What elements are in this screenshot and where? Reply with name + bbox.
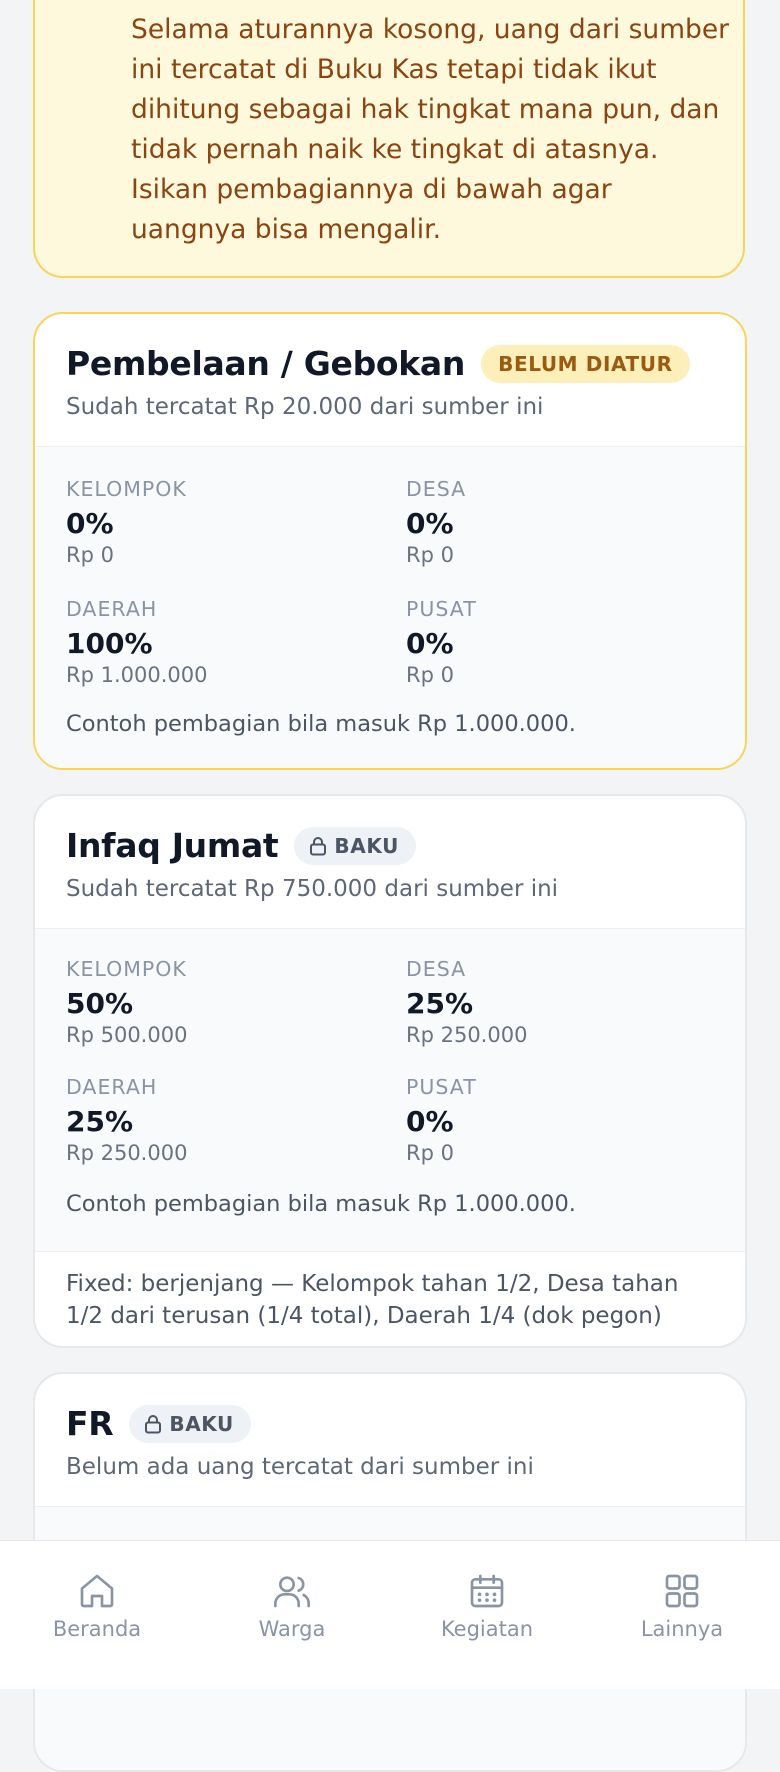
unset-rule-notice: Selama aturannya kosong, uang dari sumbe…	[33, 0, 745, 278]
allocation-desa: DESA 25% Rp 250.000	[406, 957, 527, 1047]
nav-lainnya[interactable]: Lainnya	[592, 1571, 772, 1641]
card-subtitle: Sudah tercatat Rp 750.000 dari sumber in…	[66, 876, 559, 902]
allocation-label: KELOMPOK	[66, 957, 187, 981]
allocation-desa: DESA 0% Rp 0	[406, 477, 466, 567]
allocation-amount: Rp 1.000.000	[66, 663, 208, 687]
home-icon	[80, 1574, 114, 1608]
nav-warga[interactable]: Warga	[202, 1571, 382, 1641]
card-footer: Fixed: berjenjang — Kelompok tahan 1/2, …	[35, 1251, 745, 1346]
example-note: Contoh pembagian bila masuk Rp 1.000.000…	[66, 711, 576, 737]
status-badge: BAKU	[294, 826, 416, 865]
nav-label: Lainnya	[640, 1617, 724, 1641]
allocation-percent: 25%	[66, 1105, 134, 1138]
status-badge: BELUM DIATUR	[481, 344, 690, 383]
lock-icon	[145, 1414, 162, 1433]
allocation-kelompok: KELOMPOK 50% Rp 500.000	[66, 957, 187, 1047]
allocation-label: DAERAH	[66, 1075, 158, 1099]
card-header: Infaq Jumat BAKU Sudah tercatat Rp 750.0…	[35, 796, 745, 929]
allocation-amount: Rp 250.000	[406, 1023, 528, 1047]
users-icon	[274, 1576, 310, 1608]
nav-label: Beranda	[52, 1617, 142, 1641]
badge-label: BAKU	[334, 833, 399, 858]
allocation-grid: KELOMPOK 0% Rp 0 DESA 0% Rp 0 DAERAH 100…	[35, 447, 745, 768]
example-note: Contoh pembagian bila masuk Rp 1.000.000…	[66, 1191, 576, 1217]
allocation-amount: Rp 500.000	[66, 1023, 188, 1047]
allocation-label: KELOMPOK	[66, 477, 187, 501]
allocation-percent: 100%	[66, 627, 153, 660]
nav-beranda[interactable]: Beranda	[7, 1571, 187, 1641]
allocation-label: PUSAT	[406, 1075, 477, 1099]
allocation-amount: Rp 0	[66, 543, 114, 567]
allocation-percent: 0%	[406, 627, 454, 660]
allocation-label: DAERAH	[66, 597, 158, 621]
rule-description: Fixed: berjenjang — Kelompok tahan 1/2, …	[66, 1271, 679, 1329]
allocation-amount: Rp 0	[406, 543, 454, 567]
allocation-label: DESA	[406, 957, 467, 981]
allocation-daerah: DAERAH 25% Rp 250.000	[66, 1075, 187, 1165]
notice-text: Selama aturannya kosong, uang dari sumbe…	[131, 14, 730, 245]
card-title: Infaq Jumat	[66, 826, 279, 865]
grid-icon	[665, 1574, 699, 1608]
lock-icon	[310, 836, 327, 855]
nav-label: Kegiatan	[440, 1617, 534, 1641]
allocation-amount: Rp 0	[406, 663, 454, 687]
status-badge: BAKU	[129, 1404, 251, 1443]
calendar-icon	[470, 1574, 504, 1608]
card-title: Pembelaan / Gebokan	[66, 344, 466, 383]
card-subtitle: Belum ada uang tercatat dari sumber ini	[66, 1454, 534, 1480]
allocation-amount: Rp 250.000	[66, 1141, 188, 1165]
allocation-percent: 25%	[406, 987, 474, 1020]
allocation-percent: 0%	[406, 1105, 454, 1138]
allocation-daerah: DAERAH 100% Rp 1.000.000	[66, 597, 207, 687]
card-subtitle: Sudah tercatat Rp 20.000 dari sumber ini	[66, 394, 544, 420]
bottom-navigation: Beranda Warga Kegiatan Lainnya	[0, 1540, 780, 1689]
allocation-pusat: PUSAT 0% Rp 0	[406, 1075, 477, 1165]
source-card-infaq-jumat[interactable]: Infaq Jumat BAKU Sudah tercatat Rp 750.0…	[33, 794, 747, 1348]
card-header: FR BAKU Belum ada uang tercatat dari sum…	[35, 1374, 745, 1507]
allocation-percent: 50%	[66, 987, 134, 1020]
allocation-amount: Rp 0	[406, 1141, 454, 1165]
allocation-label: PUSAT	[406, 597, 477, 621]
nav-label: Warga	[258, 1617, 326, 1641]
nav-kegiatan[interactable]: Kegiatan	[397, 1571, 577, 1641]
source-card-pembelaan[interactable]: Pembelaan / Gebokan BELUM DIATUR Sudah t…	[33, 312, 747, 770]
allocation-percent: 0%	[66, 507, 114, 540]
card-header: Pembelaan / Gebokan BELUM DIATUR Sudah t…	[35, 314, 745, 447]
allocation-grid: KELOMPOK 50% Rp 500.000 DESA 25% Rp 250.…	[35, 929, 745, 1251]
allocation-percent: 0%	[406, 507, 454, 540]
allocation-label: DESA	[406, 477, 467, 501]
badge-label: BAKU	[169, 1411, 234, 1436]
allocation-pusat: PUSAT 0% Rp 0	[406, 597, 477, 687]
allocation-kelompok: KELOMPOK 0% Rp 0	[66, 477, 187, 567]
card-title: FR	[66, 1404, 114, 1443]
